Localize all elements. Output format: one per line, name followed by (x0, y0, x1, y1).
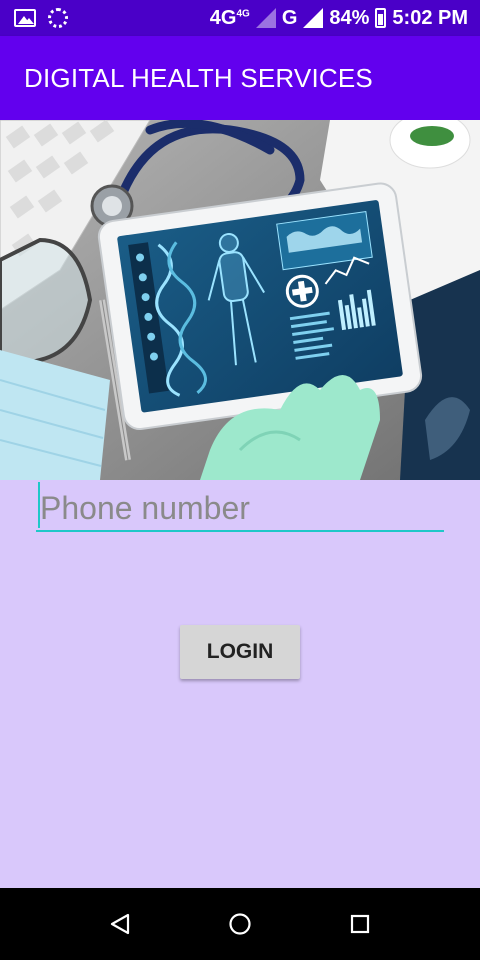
hero-image (0, 120, 480, 480)
recents-icon[interactable] (348, 912, 372, 936)
phone-number-input[interactable] (36, 486, 444, 532)
status-bar: 4G4G G 84% 5:02 PM (0, 0, 480, 36)
battery-percent: 84% (329, 6, 370, 29)
network-type: 4G4G (209, 6, 250, 29)
network-type-2: G (281, 6, 298, 29)
login-form: LOGIN (0, 480, 480, 888)
signal-icon-1 (255, 8, 276, 28)
back-icon[interactable] (108, 912, 132, 936)
image-notification-icon (14, 9, 36, 27)
clock: 5:02 PM (392, 6, 468, 29)
signal-icon-2 (303, 8, 324, 28)
battery-icon (375, 8, 387, 28)
app-title: DIGITAL HEALTH SERVICES (24, 62, 373, 93)
home-icon[interactable] (228, 912, 252, 936)
app-bar: DIGITAL HEALTH SERVICES (0, 36, 480, 120)
login-button[interactable]: LOGIN (180, 625, 300, 679)
sync-notification-icon (48, 8, 68, 28)
text-cursor (38, 482, 40, 528)
medical-tablet-illustration (0, 120, 480, 480)
system-nav-bar (0, 888, 480, 960)
